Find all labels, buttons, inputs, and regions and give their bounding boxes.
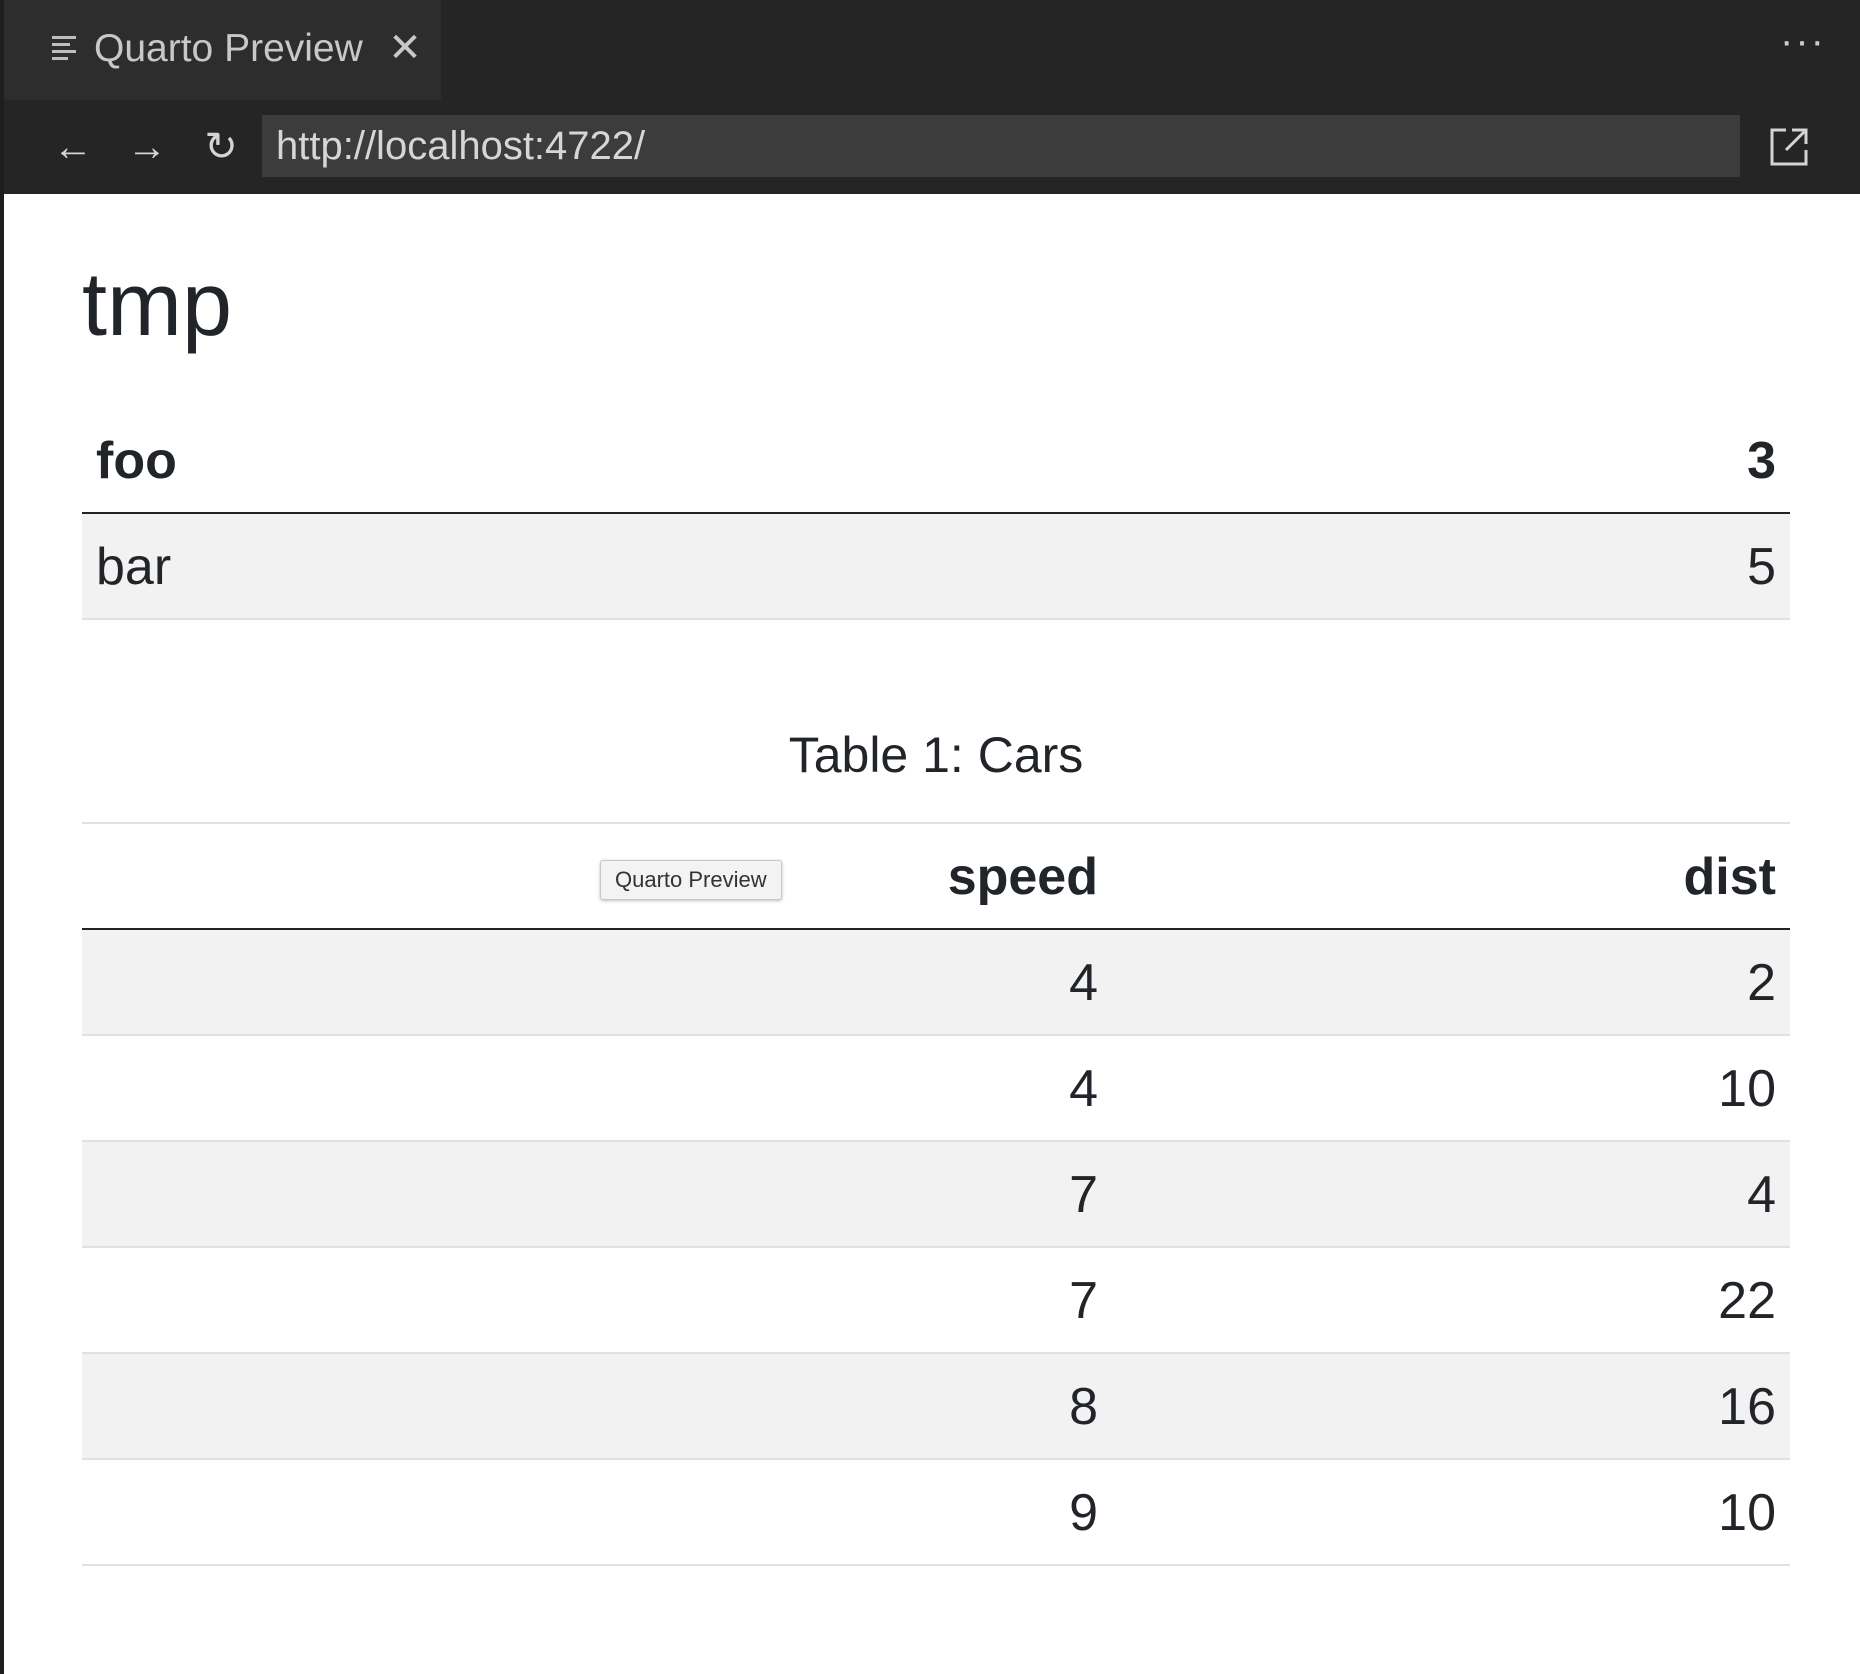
column-header-dist: dist xyxy=(1683,848,1776,906)
table-cell-speed: 9 xyxy=(1069,1484,1098,1542)
table-header-row: speed dist xyxy=(82,824,1790,930)
table-cell-dist: 2 xyxy=(1747,954,1776,1012)
table-row: 9 10 xyxy=(82,1460,1790,1566)
url-input[interactable] xyxy=(262,115,1740,177)
close-icon[interactable]: ✕ xyxy=(387,28,423,68)
table-cell-dist: 4 xyxy=(1747,1166,1776,1224)
table-cell-dist: 10 xyxy=(1718,1060,1776,1118)
list-icon xyxy=(52,36,76,62)
table-cell: 5 xyxy=(1747,538,1776,596)
table-row: bar 5 xyxy=(82,514,1790,620)
table-row: 4 2 xyxy=(82,930,1790,1036)
table-row: 4 10 xyxy=(82,1036,1790,1142)
column-header-speed: speed xyxy=(947,848,1098,906)
table-foo-bar: foo 3 bar 5 xyxy=(82,408,1790,620)
table-cell-speed: 4 xyxy=(1069,1060,1098,1118)
tab-label: Quarto Preview xyxy=(94,27,363,70)
table-row: 8 16 xyxy=(82,1354,1790,1460)
more-icon[interactable]: ··· xyxy=(1780,21,1826,72)
tab-quarto-preview[interactable]: Quarto Preview ✕ xyxy=(4,0,441,100)
header-cell: 3 xyxy=(1747,432,1776,490)
forward-arrow-icon[interactable]: → xyxy=(120,120,174,174)
table-cell-speed: 7 xyxy=(1069,1166,1098,1224)
reload-icon[interactable]: ↻ xyxy=(194,120,248,174)
table-cell-speed: 8 xyxy=(1069,1378,1098,1436)
back-arrow-icon[interactable]: ← xyxy=(46,120,100,174)
table-row: 7 4 xyxy=(82,1142,1790,1248)
table-cell: bar xyxy=(96,538,172,596)
table-header-row: foo 3 xyxy=(82,408,1790,514)
table-cell-speed: 4 xyxy=(1069,954,1098,1012)
page-title: tmp xyxy=(82,255,233,355)
open-external-icon[interactable] xyxy=(1766,124,1812,170)
table-caption: Table 1: Cars xyxy=(788,727,1084,783)
tab-bar: Quarto Preview ✕ ··· xyxy=(4,0,1860,100)
table-cell-dist: 16 xyxy=(1718,1378,1776,1436)
table-cars: speed dist 4 2 4 10 7 4 7 22 8 16 9 10 xyxy=(82,822,1790,1566)
table-cell-speed: 7 xyxy=(1069,1272,1098,1330)
tooltip: Quarto Preview xyxy=(600,860,782,900)
table-row: 7 22 xyxy=(82,1248,1790,1354)
nav-bar: ← → ↻ xyxy=(4,100,1860,194)
table-cell-dist: 10 xyxy=(1718,1484,1776,1542)
table-cell-dist: 22 xyxy=(1718,1272,1776,1330)
preview-window: Quarto Preview ✕ ··· ← → ↻ tmp foo 3 bar xyxy=(0,0,1860,1674)
header-cell: foo xyxy=(96,432,177,490)
